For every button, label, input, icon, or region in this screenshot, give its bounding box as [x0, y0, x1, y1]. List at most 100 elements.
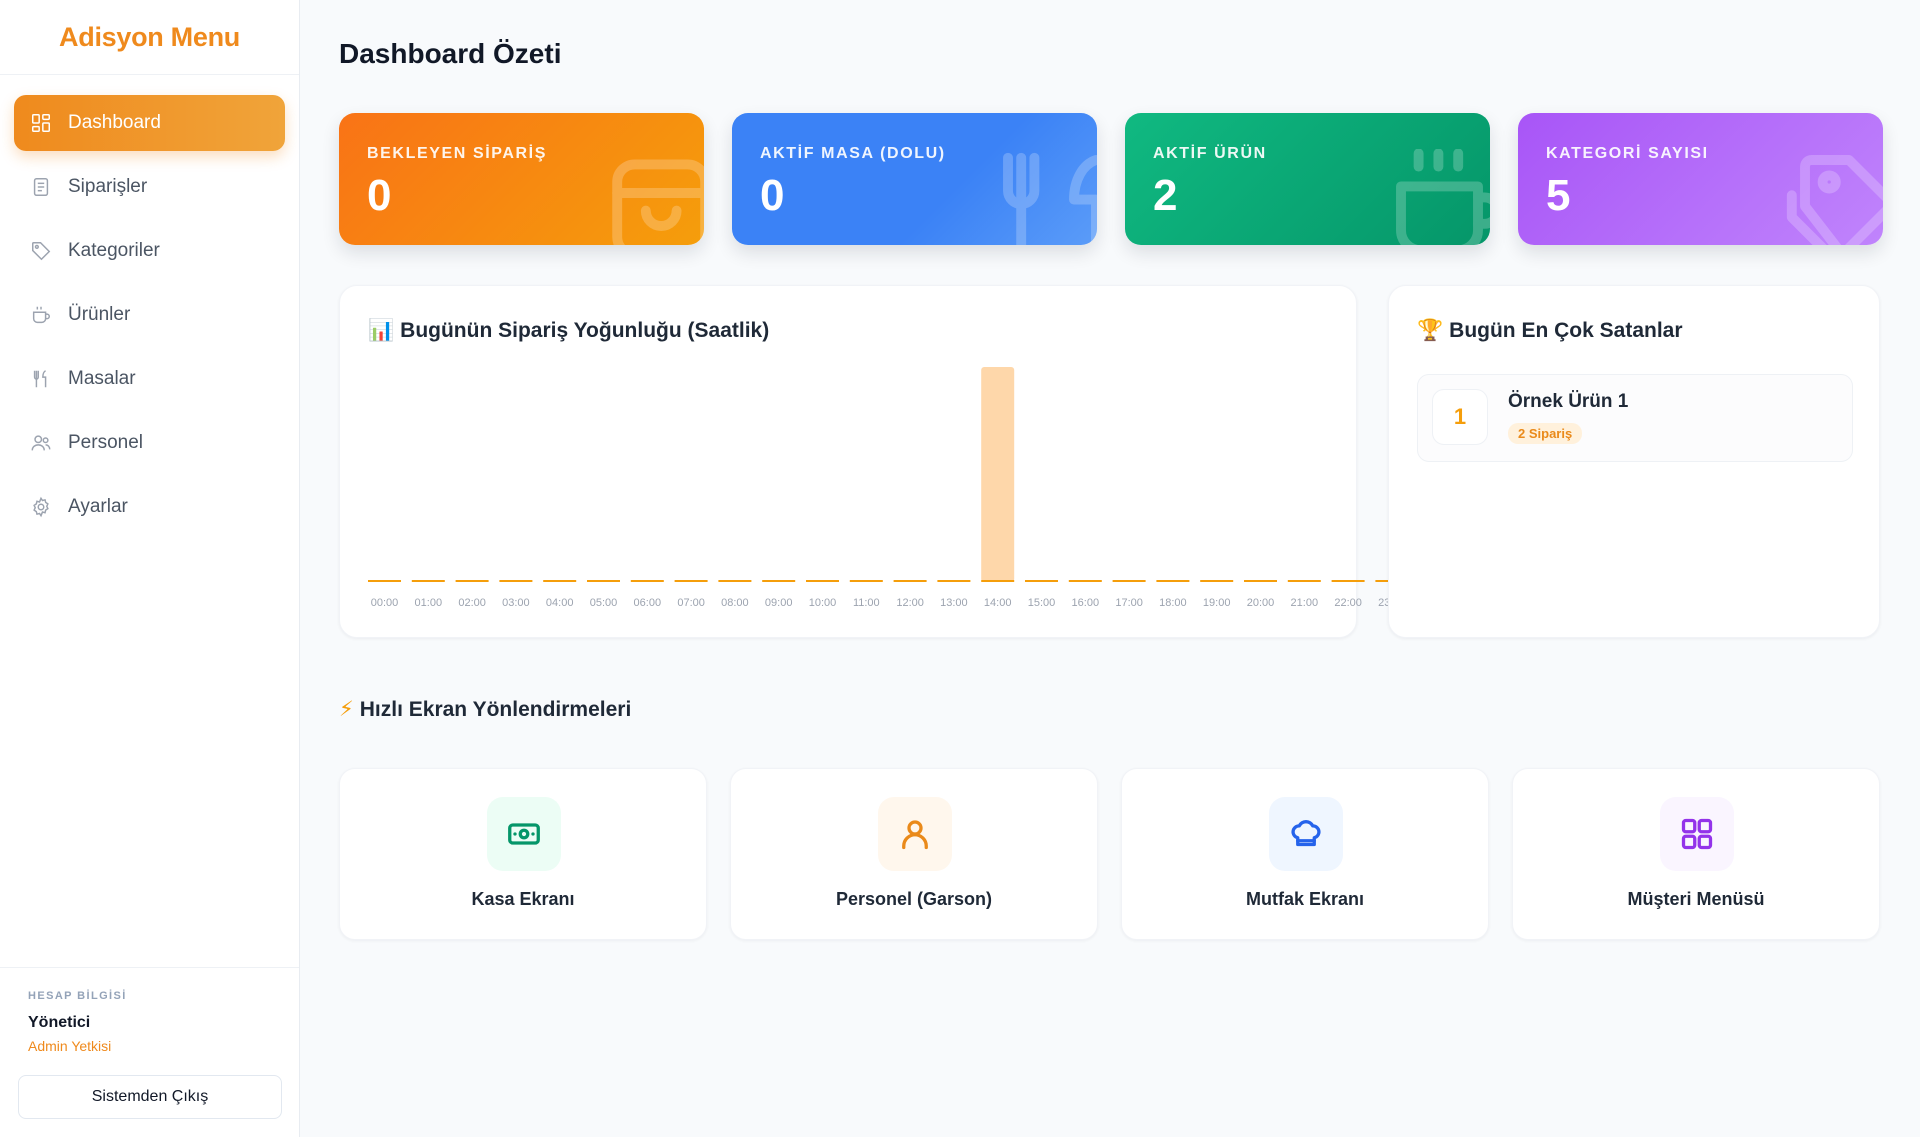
stat-value: 5: [1546, 171, 1571, 220]
top-sellers-card: 🏆 Bugün En Çok Satanlar 1 Örnek Ürün 1 2 …: [1388, 285, 1880, 638]
quick-link-staff-waiter[interactable]: Personel (Garson): [730, 768, 1098, 940]
x-tick-label: 00:00: [371, 597, 399, 609]
chef-hat-icon: [1269, 797, 1343, 871]
chart-bar-baseline: [411, 580, 445, 582]
sidebar-item-siparisler[interactable]: Siparişler: [14, 159, 285, 215]
quick-link-label: Kasa Ekranı: [471, 889, 575, 909]
quick-link-kitchen-screen[interactable]: Mutfak Ekranı: [1121, 768, 1489, 940]
sidebar-item-kategoriler[interactable]: Kategoriler: [14, 223, 285, 279]
quick-link-label: Mutfak Ekranı: [1245, 889, 1365, 909]
sidebar-item-label: Ürünler: [68, 304, 131, 325]
chart-bar-baseline: [1025, 580, 1058, 582]
stat-label: BEKLEYEN SİPARİŞ: [367, 145, 547, 162]
x-tick-label: 09:00: [765, 597, 793, 609]
stat-card-category-count[interactable]: KATEGORİ SAYISI 5: [1518, 113, 1883, 245]
tag-icon: [1783, 149, 1883, 245]
brand-logo[interactable]: Adisyon Menu: [0, 0, 299, 75]
sidebar-item-urunler[interactable]: Ürünler: [14, 287, 285, 343]
chart-bar-baseline: [718, 580, 752, 582]
chart-bar-baseline: [674, 580, 708, 582]
dashboard-icon: [30, 112, 52, 134]
grid-icon: [1660, 797, 1734, 871]
utensils-icon: [30, 368, 52, 390]
quick-link-label: Personel (Garson): [835, 889, 993, 909]
sidebar-item-label: Ayarlar: [68, 496, 128, 517]
stat-card-active-products[interactable]: AKTİF ÜRÜN 2: [1125, 113, 1490, 245]
chart-bar-baseline: [1244, 580, 1277, 582]
main-content: Dashboard Özeti BEKLEYEN SİPARİŞ 0 AKTİF…: [300, 0, 1920, 1137]
trophy-icon: 🏆: [1417, 318, 1444, 342]
quick-link-customer-menu[interactable]: Müşteri Menüsü: [1512, 768, 1880, 940]
chart-bar-baseline: [937, 580, 971, 582]
sidebar-item-label: Masalar: [68, 368, 136, 389]
sidebar-item-label: Personel: [68, 432, 143, 453]
x-tick-label: 19:00: [1203, 597, 1231, 609]
stat-card-pending-orders[interactable]: BEKLEYEN SİPARİŞ 0: [339, 113, 704, 245]
utensils-icon: [997, 149, 1097, 245]
stat-label: AKTİF ÜRÜN: [1153, 145, 1267, 162]
chart-bar-baseline: [455, 580, 489, 582]
quick-links-title: ⚡ Hızlı Ekran Yönlendirmeleri: [339, 697, 631, 722]
stat-value: 2: [1153, 171, 1178, 220]
x-tick-label: 03:00: [502, 597, 530, 609]
x-tick-label: 05:00: [590, 597, 618, 609]
x-tick-label: 15:00: [1028, 597, 1056, 609]
users-icon: [30, 432, 52, 454]
account-caption: HESAP BİLGİSİ: [28, 990, 127, 1002]
x-tick-label: 21:00: [1291, 597, 1319, 609]
x-tick-label: 01:00: [415, 597, 443, 609]
x-tick-label: 02:00: [458, 597, 486, 609]
x-tick-label: 07:00: [677, 597, 705, 609]
chart-bar-baseline: [499, 580, 533, 582]
x-tick-label: 12:00: [896, 597, 924, 609]
sidebar-nav: Dashboard Siparişler Kategoriler Ürünler…: [0, 75, 299, 535]
chart-bar-baseline: [762, 580, 796, 582]
gear-icon: [30, 496, 52, 518]
sidebar-item-personel[interactable]: Personel: [14, 415, 285, 471]
page-title: Dashboard Özeti: [339, 38, 562, 69]
sidebar: Adisyon Menu Dashboard Siparişler Katego…: [0, 0, 300, 1137]
account-panel: HESAP BİLGİSİ Yönetici Admin Yetkisi Sis…: [0, 967, 299, 1137]
sidebar-item-dashboard[interactable]: Dashboard: [14, 95, 285, 151]
quick-link-cash-screen[interactable]: Kasa Ekranı: [339, 768, 707, 940]
x-tick-label: 13:00: [940, 597, 968, 609]
top-seller-item[interactable]: 1 Örnek Ürün 1 2 Sipariş: [1417, 374, 1853, 462]
sidebar-item-label: Siparişler: [68, 176, 148, 197]
x-tick-label: 20:00: [1247, 597, 1275, 609]
chart-bar-baseline: [1156, 580, 1190, 582]
chart-bar-baseline: [893, 580, 927, 582]
coffee-cup-icon: [1390, 148, 1490, 245]
chart-bar-baseline: [1331, 580, 1365, 582]
chart-bar: [981, 367, 1015, 582]
chart-bar-baseline: [587, 580, 620, 582]
top-sellers-title: Bugün En Çok Satanlar: [1449, 319, 1683, 342]
chart-bar-baseline: [806, 580, 839, 582]
account-role: Admin Yetkisi: [28, 1038, 112, 1054]
x-tick-label: 08:00: [721, 597, 749, 609]
sidebar-item-label: Dashboard: [68, 112, 161, 133]
x-tick-label: 06:00: [634, 597, 662, 609]
top-seller-order-badge: 2 Sipariş: [1508, 423, 1583, 444]
cash-icon: [487, 797, 561, 871]
quick-link-label: Müşteri Menüsü: [1627, 889, 1765, 909]
chart-bar-baseline: [368, 580, 401, 582]
lightning-icon: ⚡: [339, 697, 354, 721]
chart-bar-baseline: [849, 580, 883, 582]
stat-card-active-tables[interactable]: AKTİF MASA (DOLU) 0: [732, 113, 1097, 245]
chart-bar-baseline: [630, 580, 664, 582]
tag-icon: [30, 240, 52, 262]
document-icon: [30, 176, 52, 198]
account-name: Yönetici: [28, 1014, 91, 1031]
hourly-orders-chart: 00:00 01:00 02:00 03:00 04:00 05:00 06:00 07:00…: [368, 367, 1400, 609]
chart-bar-baseline: [1287, 580, 1321, 582]
chart-bar-baseline: [1200, 580, 1234, 582]
x-tick-label: 14:00: [984, 597, 1012, 609]
logout-button[interactable]: Sistemden Çıkış: [18, 1075, 282, 1119]
chart-bar-baseline: [1068, 580, 1102, 582]
sidebar-item-ayarlar[interactable]: Ayarlar: [14, 479, 285, 535]
sidebar-item-masalar[interactable]: Masalar: [14, 351, 285, 407]
stat-value: 0: [367, 171, 392, 220]
hourly-orders-card: 📊 Bugünün Sipariş Yoğunluğu (Saatlik) 00:…: [339, 285, 1400, 638]
chart-bar-baseline: [1112, 580, 1146, 582]
stat-label: KATEGORİ SAYISI: [1546, 145, 1709, 162]
